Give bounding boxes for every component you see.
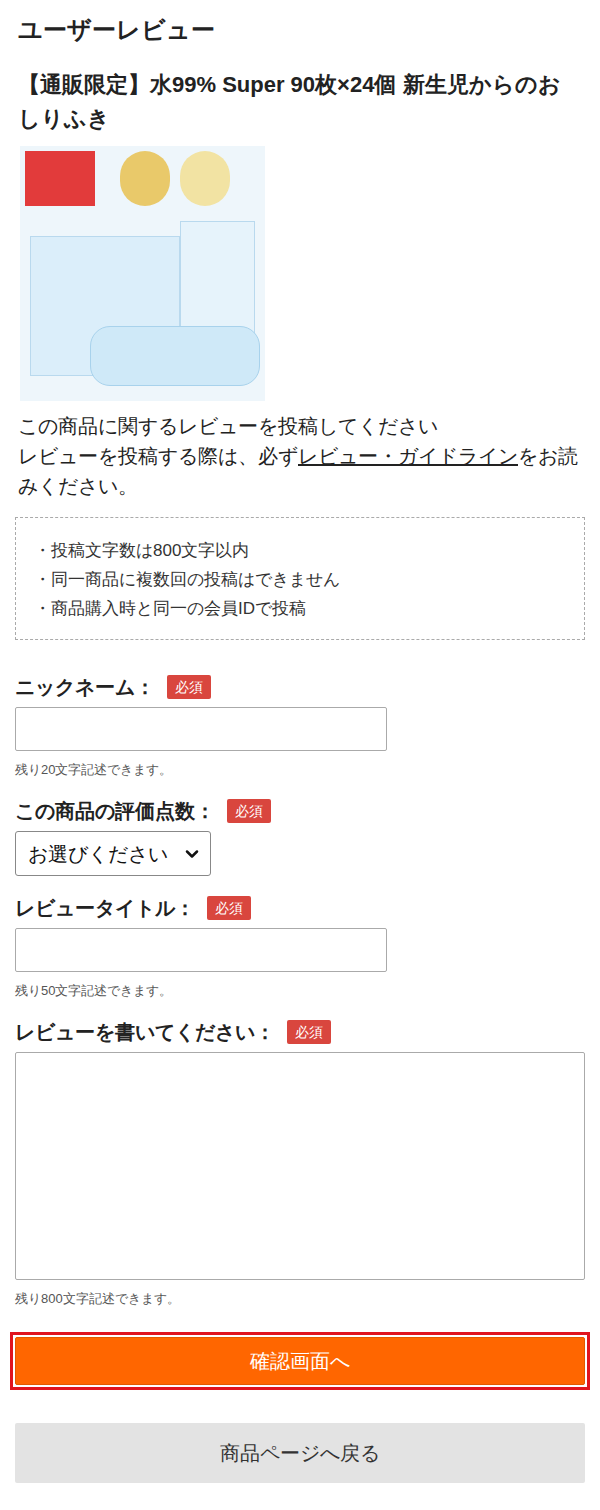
field-hint: 残り50文字記述できます。 [15, 982, 585, 1000]
back-button[interactable]: 商品ページへ戻る [15, 1423, 585, 1483]
review-page: ユーザーレビュー【通販限定】水99% Super 90枚×24個 新生児からのお… [0, 0, 600, 1510]
required-badge: 必須 [207, 896, 251, 920]
intro-line: この商品に関するレビューを投稿してください [18, 411, 585, 441]
field-label: レビュータイトル： [15, 894, 195, 922]
required-badge: 必須 [227, 799, 271, 823]
field-label-row: レビューを書いてください： 必須 [15, 1018, 585, 1046]
field-label: ニックネーム： [15, 673, 155, 701]
form-field: この商品の評価点数： 必須お選びください [15, 797, 585, 876]
field-label-row: ニックネーム： 必須 [15, 673, 585, 701]
form-field: レビュータイトル： 必須残り50文字記述できます。 [15, 894, 585, 1000]
chevron-down-icon [182, 844, 202, 864]
field-label-row: この商品の評価点数： 必須 [15, 797, 585, 825]
select-value: お選びください [28, 839, 168, 869]
product-image [20, 146, 265, 401]
confirm-button[interactable]: 確認画面へ [15, 1337, 585, 1385]
field-hint: 残り800文字記述できます。 [15, 1290, 585, 1308]
field-label: レビューを書いてください： [15, 1018, 275, 1046]
field-label: この商品の評価点数： [15, 797, 215, 825]
intro-line: レビューを投稿する際は、必ずレビュー・ガイドラインをお読みください。 [18, 441, 585, 501]
rating-select[interactable]: お選びください [15, 831, 211, 876]
page-heading: ユーザーレビュー [15, 14, 585, 46]
rule-item: ・投稿文字数は800文字以内 [34, 536, 576, 565]
required-badge: 必須 [287, 1020, 331, 1044]
field-label-row: レビュータイトル： 必須 [15, 894, 585, 922]
review-textarea[interactable] [15, 1052, 585, 1280]
text-input[interactable] [15, 707, 387, 751]
form-field: ニックネーム： 必須残り20文字記述できます。 [15, 673, 585, 779]
form-field: レビューを書いてください： 必須残り800文字記述できます。 [15, 1018, 585, 1308]
product-title: 【通販限定】水99% Super 90枚×24個 新生児からのおしりふき [15, 68, 585, 136]
required-badge: 必須 [167, 675, 211, 699]
confirm-button-frame: 確認画面へ [10, 1332, 590, 1390]
field-hint: 残り20文字記述できます。 [15, 761, 585, 779]
rule-item: ・同一商品に複数回の投稿はできません [34, 565, 576, 594]
text-input[interactable] [15, 928, 387, 972]
rule-item: ・商品購入時と同一の会員IDで投稿 [34, 594, 576, 623]
rules-box: ・投稿文字数は800文字以内・同一商品に複数回の投稿はできません・商品購入時と同… [15, 517, 585, 640]
intro-text: この商品に関するレビューを投稿してくださいレビューを投稿する際は、必ずレビュー・… [15, 411, 585, 501]
guideline-link[interactable]: レビュー・ガイドライン [298, 445, 518, 467]
